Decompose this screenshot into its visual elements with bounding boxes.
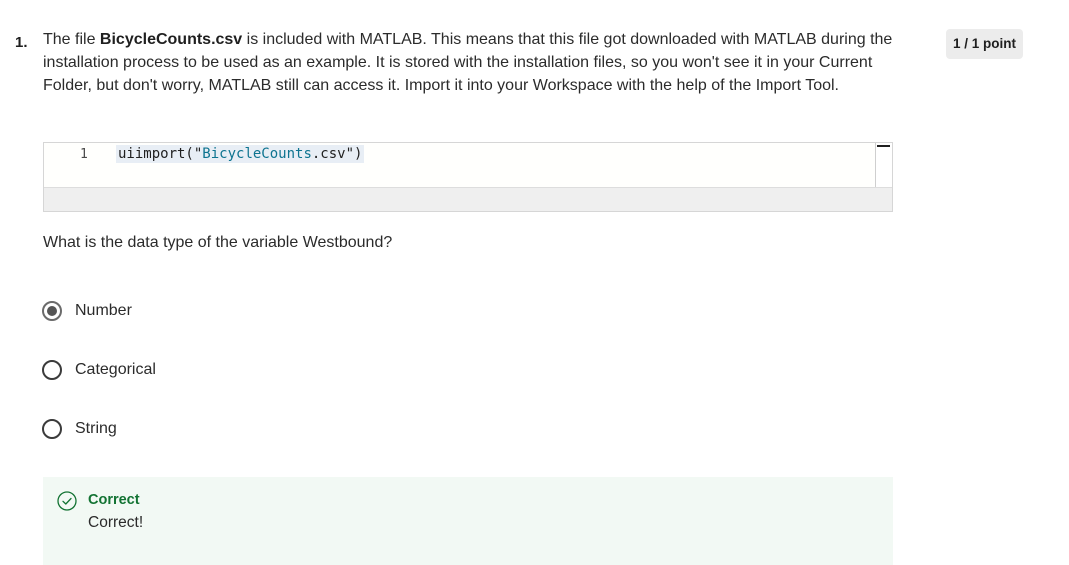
radio-selected-icon[interactable] [42, 301, 62, 321]
option-label: String [75, 420, 117, 437]
option-label: Number [75, 302, 132, 319]
code-line[interactable]: uiimport("BicycleCounts.csv") [116, 145, 365, 163]
code-editor[interactable]: 1 uiimport("BicycleCounts.csv") [44, 143, 892, 188]
question-text: The file BicycleCounts.csv is included w… [43, 28, 893, 97]
quiz-page: 1. The file BicycleCounts.csv is include… [0, 0, 1069, 565]
points-badge: 1 / 1 point [946, 29, 1023, 59]
line-number: 1 [80, 147, 88, 162]
code-tail: .csv") [311, 146, 363, 162]
question-filename: BicycleCounts.csv [99, 31, 243, 48]
code-function: uiimport(" [118, 146, 203, 162]
option-label: Categorical [75, 361, 156, 378]
check-circle-icon [57, 491, 77, 511]
question-text-before: The file [43, 31, 100, 48]
option-string[interactable]: String [42, 419, 117, 439]
question-number: 1. [15, 34, 28, 51]
radio-unselected-icon[interactable] [42, 360, 62, 380]
option-number[interactable]: Number [42, 301, 132, 321]
feedback-panel: Correct Correct! [43, 477, 893, 565]
radio-unselected-icon[interactable] [42, 419, 62, 439]
feedback-text: Correct! [88, 514, 144, 531]
code-string: BicycleCounts [202, 146, 312, 162]
code-block: 1 uiimport("BicycleCounts.csv") [43, 142, 893, 212]
option-categorical[interactable]: Categorical [42, 360, 156, 380]
question-prompt: What is the data type of the variable We… [43, 234, 393, 251]
feedback-title: Correct [88, 492, 140, 508]
editor-scrollbar[interactable] [875, 143, 892, 187]
